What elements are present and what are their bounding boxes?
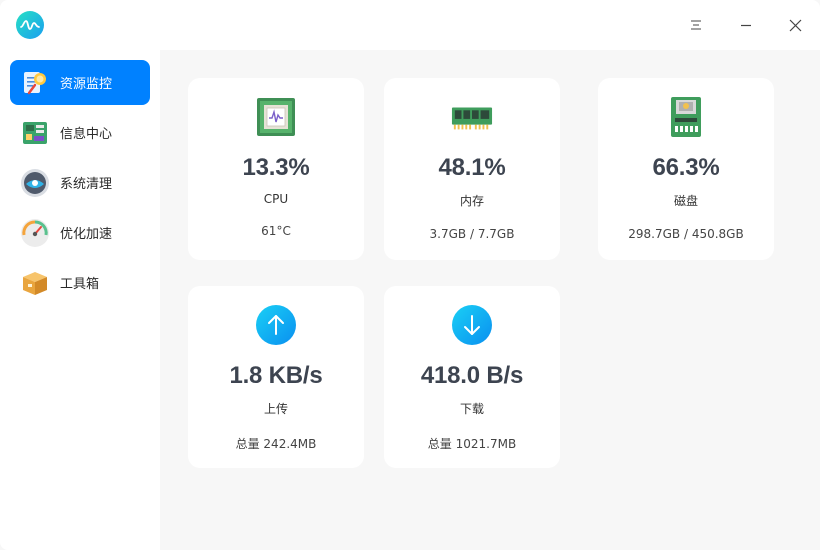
- sidebar-item-info-center[interactable]: 信息中心: [10, 110, 150, 155]
- circuit-board-icon: [20, 118, 50, 148]
- sidebar-item-label: 优化加速: [60, 227, 113, 242]
- toolbox-icon: [20, 268, 50, 298]
- sidebar-item-label: 信息中心: [60, 127, 113, 142]
- upload-card: 1.8 KB/s 上传 总量 242.4MB: [188, 286, 364, 468]
- sidebar: 资源监控 信息中心 系统清理 优化加速 工具箱: [0, 50, 160, 550]
- sidebar-item-label: 系统清理: [60, 177, 113, 192]
- cpu-temperature: 61°C: [261, 224, 291, 238]
- close-icon[interactable]: [780, 10, 810, 40]
- title-bar: [0, 0, 820, 50]
- download-total: 总量 1021.7MB: [427, 437, 517, 451]
- upload-label: 上传: [263, 402, 288, 416]
- disk-label: 磁盘: [673, 194, 698, 208]
- cleanup-disc-icon: [20, 168, 50, 198]
- memory-card: 48.1% 内存 3.7GB / 7.7GB: [384, 78, 560, 260]
- sidebar-item-label: 工具箱: [60, 277, 100, 292]
- disk-amount: 298.7GB / 450.8GB: [628, 227, 744, 241]
- pulse-wave-icon: [16, 11, 44, 39]
- download-label: 下载: [459, 402, 484, 416]
- disk-usage-value: 66.3%: [652, 154, 720, 181]
- arrow-down-icon: [451, 304, 493, 346]
- minimize-icon[interactable]: [731, 10, 761, 40]
- arrow-up-icon: [255, 304, 297, 346]
- sidebar-item-system-cleanup[interactable]: 系统清理: [10, 160, 150, 205]
- download-card: 418.0 B/s 下载 总量 1021.7MB: [384, 286, 560, 468]
- upload-total: 总量 242.4MB: [235, 437, 317, 451]
- sidebar-item-resource-monitor[interactable]: 资源监控: [10, 60, 150, 105]
- cpu-label: CPU: [263, 192, 289, 206]
- cpu-card: 13.3% CPU 61°C: [188, 78, 364, 260]
- sidebar-item-optimize[interactable]: 优化加速: [10, 210, 150, 255]
- sidebar-item-label: 资源监控: [60, 77, 113, 92]
- resource-monitor-icon: [20, 68, 50, 98]
- disk-card: 66.3% 磁盘 298.7GB / 450.8GB: [598, 78, 774, 260]
- memory-label: 内存: [459, 194, 484, 208]
- memory-stick-icon: [451, 96, 493, 138]
- speedometer-icon: [20, 218, 50, 248]
- sd-card-icon: [665, 96, 707, 138]
- hamburger-menu-icon[interactable]: [681, 10, 711, 40]
- memory-amount: 3.7GB / 7.7GB: [429, 227, 515, 241]
- cpu-chip-icon: [255, 96, 297, 138]
- app-window: 资源监控 信息中心 系统清理 优化加速 工具箱 13.3% CPU 61°C 4…: [0, 0, 820, 550]
- memory-usage-value: 48.1%: [438, 154, 506, 181]
- cpu-usage-value: 13.3%: [242, 154, 310, 181]
- upload-speed-value: 1.8 KB/s: [229, 362, 323, 389]
- sidebar-item-toolbox[interactable]: 工具箱: [10, 260, 150, 305]
- download-speed-value: 418.0 B/s: [420, 362, 524, 389]
